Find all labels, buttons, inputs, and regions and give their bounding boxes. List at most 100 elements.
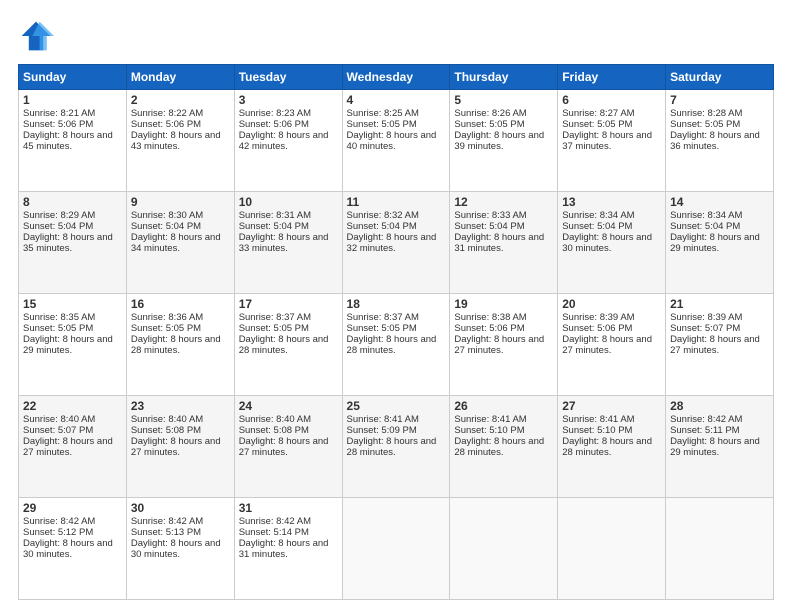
day-number: 16 — [131, 297, 230, 311]
day-number: 2 — [131, 93, 230, 107]
calendar-cell: 7Sunrise: 8:28 AMSunset: 5:05 PMDaylight… — [666, 90, 774, 192]
logo-icon — [18, 18, 54, 54]
daylight: Daylight: 8 hours and 30 minutes. — [131, 538, 221, 560]
daylight: Daylight: 8 hours and 29 minutes. — [670, 232, 760, 254]
daylight: Daylight: 8 hours and 32 minutes. — [347, 232, 437, 254]
sunset: Sunset: 5:13 PM — [131, 527, 201, 538]
sunrise: Sunrise: 8:36 AM — [131, 312, 203, 323]
calendar-header: SundayMondayTuesdayWednesdayThursdayFrid… — [19, 65, 774, 90]
day-number: 9 — [131, 195, 230, 209]
calendar-cell: 1Sunrise: 8:21 AMSunset: 5:06 PMDaylight… — [19, 90, 127, 192]
sunrise: Sunrise: 8:42 AM — [23, 516, 95, 527]
daylight: Daylight: 8 hours and 27 minutes. — [670, 334, 760, 356]
day-number: 3 — [239, 93, 338, 107]
day-number: 27 — [562, 399, 661, 413]
daylight: Daylight: 8 hours and 28 minutes. — [347, 334, 437, 356]
sunset: Sunset: 5:08 PM — [131, 425, 201, 436]
day-number: 23 — [131, 399, 230, 413]
calendar-cell: 17Sunrise: 8:37 AMSunset: 5:05 PMDayligh… — [234, 294, 342, 396]
sunset: Sunset: 5:05 PM — [562, 119, 632, 130]
sunset: Sunset: 5:11 PM — [670, 425, 740, 436]
sunset: Sunset: 5:04 PM — [131, 221, 201, 232]
calendar-cell: 14Sunrise: 8:34 AMSunset: 5:04 PMDayligh… — [666, 192, 774, 294]
calendar-cell: 5Sunrise: 8:26 AMSunset: 5:05 PMDaylight… — [450, 90, 558, 192]
calendar-cell — [342, 498, 450, 600]
day-number: 25 — [347, 399, 446, 413]
logo — [18, 18, 60, 54]
calendar-cell: 26Sunrise: 8:41 AMSunset: 5:10 PMDayligh… — [450, 396, 558, 498]
sunrise: Sunrise: 8:39 AM — [670, 312, 742, 323]
sunset: Sunset: 5:05 PM — [131, 323, 201, 334]
sunset: Sunset: 5:06 PM — [239, 119, 309, 130]
day-number: 19 — [454, 297, 553, 311]
page: SundayMondayTuesdayWednesdayThursdayFrid… — [0, 0, 792, 612]
calendar-cell: 23Sunrise: 8:40 AMSunset: 5:08 PMDayligh… — [126, 396, 234, 498]
daylight: Daylight: 8 hours and 29 minutes. — [23, 334, 113, 356]
day-number: 26 — [454, 399, 553, 413]
sunrise: Sunrise: 8:23 AM — [239, 108, 311, 119]
day-number: 14 — [670, 195, 769, 209]
sunrise: Sunrise: 8:40 AM — [239, 414, 311, 425]
day-number: 11 — [347, 195, 446, 209]
sunset: Sunset: 5:04 PM — [562, 221, 632, 232]
calendar-week: 8Sunrise: 8:29 AMSunset: 5:04 PMDaylight… — [19, 192, 774, 294]
calendar-cell: 3Sunrise: 8:23 AMSunset: 5:06 PMDaylight… — [234, 90, 342, 192]
daylight: Daylight: 8 hours and 27 minutes. — [454, 334, 544, 356]
sunset: Sunset: 5:05 PM — [347, 323, 417, 334]
daylight: Daylight: 8 hours and 31 minutes. — [239, 538, 329, 560]
calendar-cell: 19Sunrise: 8:38 AMSunset: 5:06 PMDayligh… — [450, 294, 558, 396]
sunset: Sunset: 5:05 PM — [239, 323, 309, 334]
daylight: Daylight: 8 hours and 40 minutes. — [347, 130, 437, 152]
day-number: 30 — [131, 501, 230, 515]
sunrise: Sunrise: 8:25 AM — [347, 108, 419, 119]
day-number: 5 — [454, 93, 553, 107]
day-number: 8 — [23, 195, 122, 209]
day-number: 1 — [23, 93, 122, 107]
sunrise: Sunrise: 8:21 AM — [23, 108, 95, 119]
calendar-week: 15Sunrise: 8:35 AMSunset: 5:05 PMDayligh… — [19, 294, 774, 396]
sunset: Sunset: 5:04 PM — [23, 221, 93, 232]
sunrise: Sunrise: 8:22 AM — [131, 108, 203, 119]
sunrise: Sunrise: 8:37 AM — [347, 312, 419, 323]
calendar-cell: 13Sunrise: 8:34 AMSunset: 5:04 PMDayligh… — [558, 192, 666, 294]
day-number: 28 — [670, 399, 769, 413]
daylight: Daylight: 8 hours and 37 minutes. — [562, 130, 652, 152]
day-number: 24 — [239, 399, 338, 413]
calendar-cell: 8Sunrise: 8:29 AMSunset: 5:04 PMDaylight… — [19, 192, 127, 294]
header — [18, 18, 774, 54]
sunrise: Sunrise: 8:39 AM — [562, 312, 634, 323]
day-number: 29 — [23, 501, 122, 515]
sunset: Sunset: 5:10 PM — [562, 425, 632, 436]
sunrise: Sunrise: 8:28 AM — [670, 108, 742, 119]
sunrise: Sunrise: 8:41 AM — [347, 414, 419, 425]
day-number: 15 — [23, 297, 122, 311]
sunset: Sunset: 5:14 PM — [239, 527, 309, 538]
header-day: Saturday — [666, 65, 774, 90]
calendar-cell: 6Sunrise: 8:27 AMSunset: 5:05 PMDaylight… — [558, 90, 666, 192]
sunrise: Sunrise: 8:35 AM — [23, 312, 95, 323]
sunrise: Sunrise: 8:32 AM — [347, 210, 419, 221]
sunset: Sunset: 5:09 PM — [347, 425, 417, 436]
sunset: Sunset: 5:06 PM — [454, 323, 524, 334]
calendar-cell: 22Sunrise: 8:40 AMSunset: 5:07 PMDayligh… — [19, 396, 127, 498]
header-day: Sunday — [19, 65, 127, 90]
sunrise: Sunrise: 8:29 AM — [23, 210, 95, 221]
sunrise: Sunrise: 8:34 AM — [670, 210, 742, 221]
calendar-cell: 4Sunrise: 8:25 AMSunset: 5:05 PMDaylight… — [342, 90, 450, 192]
day-number: 31 — [239, 501, 338, 515]
daylight: Daylight: 8 hours and 35 minutes. — [23, 232, 113, 254]
calendar-cell — [450, 498, 558, 600]
daylight: Daylight: 8 hours and 28 minutes. — [131, 334, 221, 356]
sunset: Sunset: 5:07 PM — [670, 323, 740, 334]
daylight: Daylight: 8 hours and 36 minutes. — [670, 130, 760, 152]
calendar-cell — [558, 498, 666, 600]
sunset: Sunset: 5:06 PM — [562, 323, 632, 334]
calendar-cell: 21Sunrise: 8:39 AMSunset: 5:07 PMDayligh… — [666, 294, 774, 396]
day-number: 6 — [562, 93, 661, 107]
calendar-week: 29Sunrise: 8:42 AMSunset: 5:12 PMDayligh… — [19, 498, 774, 600]
sunrise: Sunrise: 8:30 AM — [131, 210, 203, 221]
sunset: Sunset: 5:10 PM — [454, 425, 524, 436]
daylight: Daylight: 8 hours and 30 minutes. — [562, 232, 652, 254]
header-day: Monday — [126, 65, 234, 90]
sunset: Sunset: 5:07 PM — [23, 425, 93, 436]
